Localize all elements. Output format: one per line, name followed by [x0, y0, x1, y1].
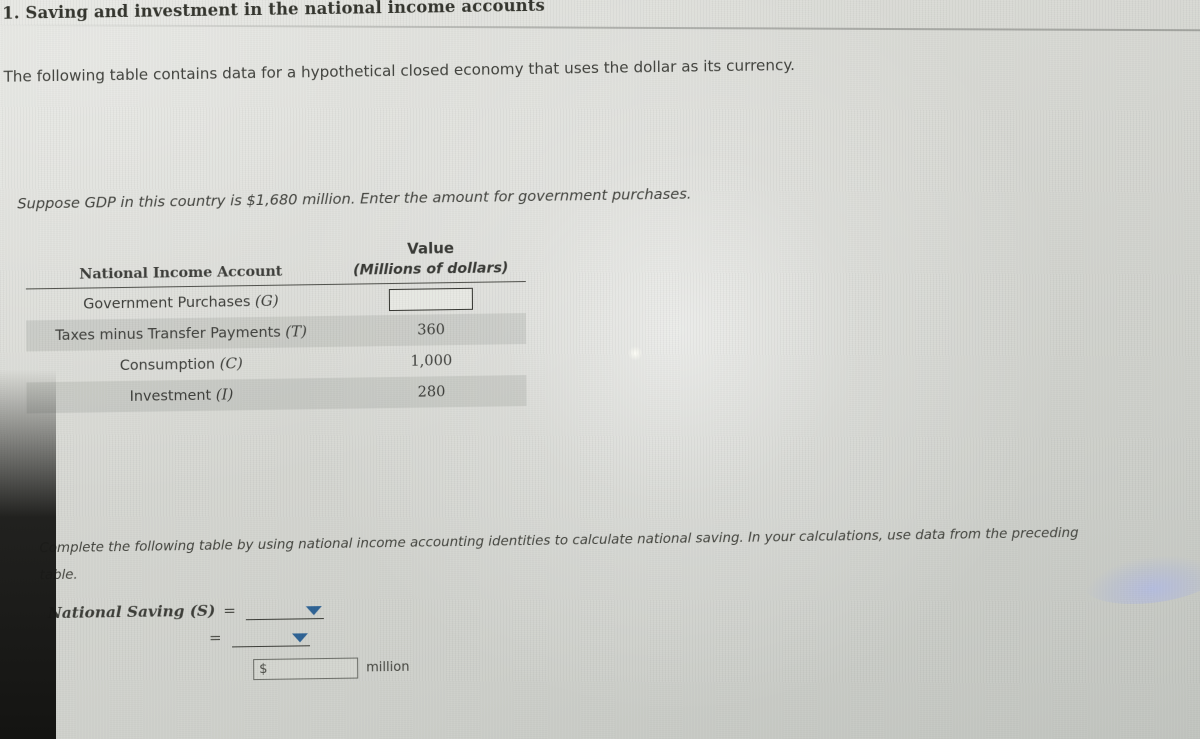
row-label-consumption: Consumption (C) — [26, 346, 336, 382]
instruction-paragraph: Complete the following table by using na… — [39, 525, 1079, 584]
row-value-cell-government-purchases — [336, 282, 526, 316]
screen-photo: 1. Saving and investment in the national… — [0, 0, 1200, 739]
national-saving-amount-row: $ million — [253, 657, 410, 681]
row-symbol: (C) — [219, 354, 243, 373]
question-number: 1. — [2, 3, 20, 23]
row-symbol: (G) — [254, 291, 279, 311]
row-label-taxes-minus-transfers: Taxes minus Transfer Payments (T) — [26, 315, 336, 351]
row-symbol: (I) — [215, 385, 234, 404]
equals-sign-1: = — [223, 600, 236, 620]
equals-sign-2: = — [208, 628, 222, 647]
row-label-investment: Investment (I) — [26, 377, 336, 413]
amount-unit-label: million — [366, 659, 410, 676]
column-header-value-line2: (Millions of dollars) — [353, 260, 509, 279]
column-header-account: National Income Account — [25, 240, 336, 289]
intro-paragraph: The following table contains data for a … — [3, 56, 796, 86]
row-value-taxes-minus-transfers: 360 — [417, 320, 446, 339]
national-saving-row-2: = — [48, 621, 409, 653]
table-body: Government Purchases (G) Taxes minus Tra… — [26, 282, 527, 413]
national-income-table: National Income Account Value (Millions … — [25, 238, 527, 413]
national-saving-dropdown-1[interactable] — [245, 598, 324, 621]
table-header-row: National Income Account Value (Millions … — [25, 238, 526, 289]
table-row: Investment (I) 280 — [26, 374, 527, 413]
chevron-down-icon — [291, 633, 308, 643]
monitor-screen: 1. Saving and investment in the national… — [0, 0, 1200, 739]
national-saving-amount-field[interactable]: $ — [253, 657, 359, 681]
row-value-consumption: 1,000 — [410, 351, 453, 370]
column-header-value: Value (Millions of dollars) — [335, 238, 526, 285]
page-title: 1. Saving and investment in the national… — [2, 0, 545, 23]
row-label-text: Taxes minus Transfer Payments — [55, 324, 281, 345]
dollar-sign-icon: $ — [259, 661, 268, 678]
row-label-text: Government Purchases — [83, 294, 251, 313]
row-value-investment: 280 — [417, 382, 446, 401]
national-saving-amount-input[interactable] — [270, 658, 358, 679]
chevron-down-icon — [305, 606, 322, 616]
row-symbol: (T) — [285, 322, 308, 341]
prompt-paragraph: Suppose GDP in this country is $1,680 mi… — [17, 185, 692, 213]
government-purchases-input[interactable] — [388, 287, 473, 311]
column-header-value-line1: Value — [407, 239, 455, 258]
national-saving-label: National Saving (S) — [47, 601, 216, 622]
row-label-text: Investment — [129, 387, 212, 405]
row-label-government-purchases: Government Purchases (G) — [26, 284, 336, 320]
national-saving-block: National Saving (S) = = $ million — [48, 594, 410, 683]
question-title: Saving and investment in the national in… — [25, 0, 545, 23]
exercise-content: 1. Saving and investment in the national… — [0, 0, 1200, 739]
row-label-text: Consumption — [119, 356, 216, 375]
national-saving-dropdown-2[interactable] — [231, 625, 310, 648]
